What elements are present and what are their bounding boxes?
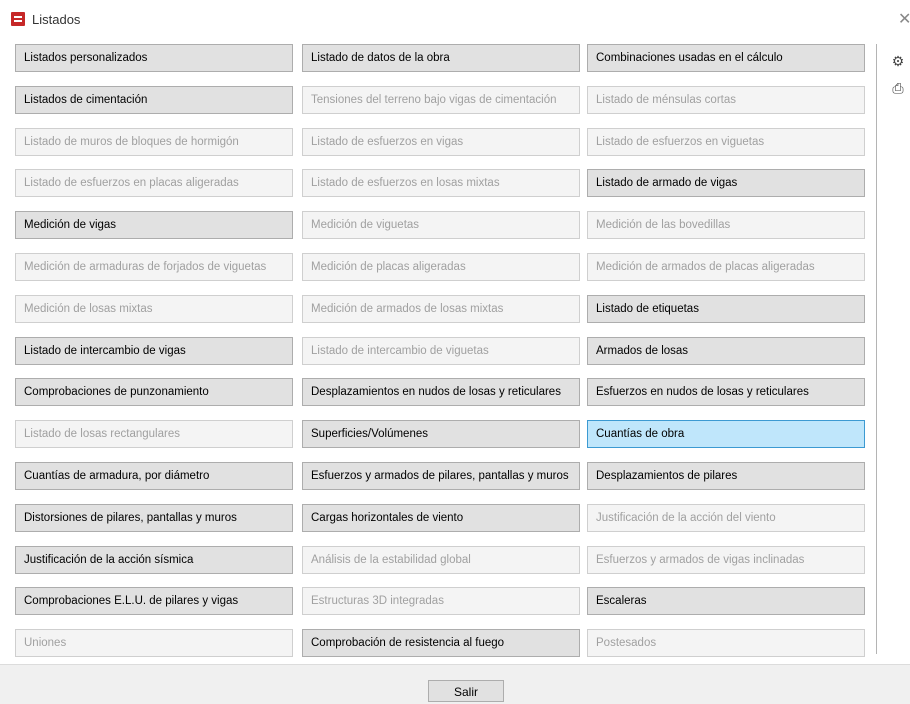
listado-button: Análisis de la estabilidad global	[302, 546, 580, 574]
listado-button: Medición de losas mixtas	[15, 295, 293, 323]
listado-button: Listado de esfuerzos en viguetas	[587, 128, 865, 156]
title-bar: Listados ✕	[0, 0, 910, 38]
listado-button[interactable]: Esfuerzos y armados de pilares, pantalla…	[302, 462, 580, 490]
listado-button[interactable]: Cargas horizontales de viento	[302, 504, 580, 532]
listados-button-grid: Listados personalizados Listado de datos …	[0, 38, 910, 664]
listado-button: Listado de esfuerzos en losas mixtas	[302, 169, 580, 197]
listado-button[interactable]: Cuantías de armadura, por diámetro	[15, 462, 293, 490]
listado-button[interactable]: Listado de datos de la obra	[302, 44, 580, 72]
app-logo-icon	[11, 12, 25, 26]
listado-button: Medición de las bovedillas	[587, 211, 865, 239]
listado-button: Justificación de la acción del viento	[587, 504, 865, 532]
listado-button[interactable]: Listados personalizados	[15, 44, 293, 72]
listados-window: Listados ✕ Listados personalizados Listad…	[0, 0, 910, 704]
listado-button: Medición de viguetas	[302, 211, 580, 239]
listado-button: Uniones	[15, 629, 293, 657]
listado-button[interactable]: Escaleras	[587, 587, 865, 615]
listado-button[interactable]: Distorsiones de pilares, pantallas y mur…	[15, 504, 293, 532]
listado-button: Listado de esfuerzos en placas aligerada…	[15, 169, 293, 197]
listado-button[interactable]: Cuantías de obra	[587, 420, 865, 448]
listado-button[interactable]: Combinaciones usadas en el cálculo	[587, 44, 865, 72]
listado-button[interactable]: Listado de intercambio de vigas	[15, 337, 293, 365]
listado-button[interactable]: Superficies/Volúmenes	[302, 420, 580, 448]
listado-button: Medición de armados de losas mixtas	[302, 295, 580, 323]
listado-button[interactable]: Desplazamientos en nudos de losas y reti…	[302, 378, 580, 406]
listado-button: Listado de ménsulas cortas	[587, 86, 865, 114]
listado-button[interactable]: Justificación de la acción sísmica	[15, 546, 293, 574]
settings-gear-icon[interactable]: ⚙	[889, 52, 907, 70]
listado-button[interactable]: Listado de etiquetas	[587, 295, 865, 323]
listado-button: Esfuerzos y armados de vigas inclinadas	[587, 546, 865, 574]
footer-bar: Salir	[0, 664, 910, 704]
listado-button: Listado de losas rectangulares	[15, 420, 293, 448]
listado-button[interactable]: Listados de cimentación	[15, 86, 293, 114]
listado-button[interactable]: Comprobaciones de punzonamiento	[15, 378, 293, 406]
listado-button: Tensiones del terreno bajo vigas de cime…	[302, 86, 580, 114]
side-divider	[876, 44, 877, 654]
listado-button[interactable]: Listado de armado de vigas	[587, 169, 865, 197]
exit-button[interactable]: Salir	[428, 680, 504, 702]
printer-icon[interactable]: ⎙	[889, 79, 907, 97]
listado-button: Medición de armaduras de forjados de vig…	[15, 253, 293, 281]
listado-button: Medición de armados de placas aligeradas	[587, 253, 865, 281]
listado-button[interactable]: Esfuerzos en nudos de losas y reticulare…	[587, 378, 865, 406]
listado-button[interactable]: Comprobación de resistencia al fuego	[302, 629, 580, 657]
listado-button: Listado de muros de bloques de hormigón	[15, 128, 293, 156]
window-title: Listados	[32, 12, 81, 27]
listado-button: Listado de esfuerzos en vigas	[302, 128, 580, 156]
listado-button: Estructuras 3D integradas	[302, 587, 580, 615]
listado-button[interactable]: Medición de vigas	[15, 211, 293, 239]
listado-button: Postesados	[587, 629, 865, 657]
listado-button: Listado de intercambio de viguetas	[302, 337, 580, 365]
listado-button[interactable]: Armados de losas	[587, 337, 865, 365]
listado-button: Medición de placas aligeradas	[302, 253, 580, 281]
listado-button[interactable]: Comprobaciones E.L.U. de pilares y vigas	[15, 587, 293, 615]
listado-button[interactable]: Desplazamientos de pilares	[587, 462, 865, 490]
close-icon[interactable]: ✕	[898, 9, 910, 29]
